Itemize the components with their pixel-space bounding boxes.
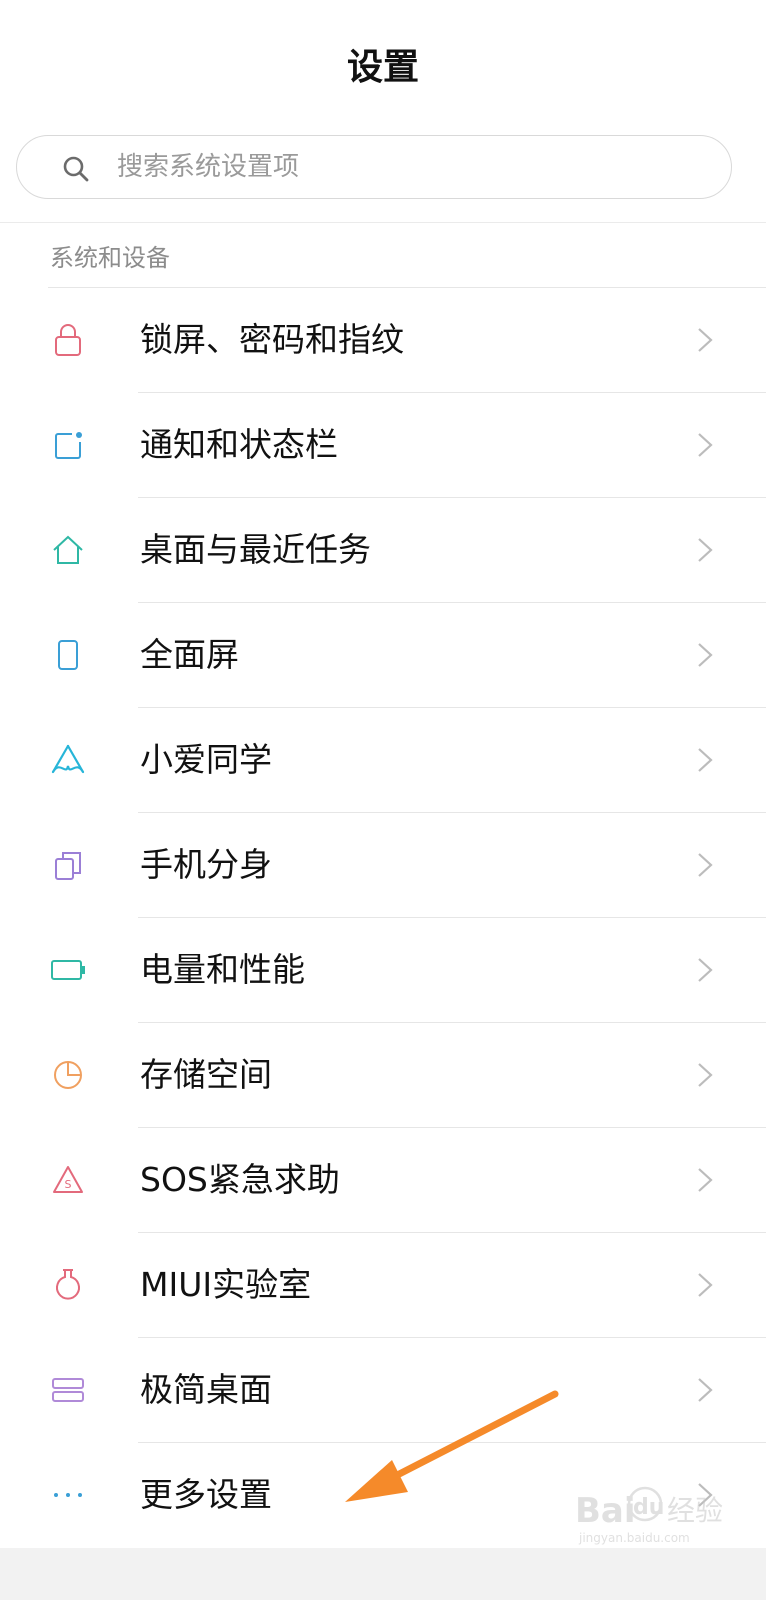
bottom-bar bbox=[0, 1548, 766, 1600]
chevron-right-icon bbox=[698, 538, 713, 562]
sos-icon: S bbox=[53, 1166, 83, 1193]
phone-icon bbox=[58, 640, 78, 670]
annotation-arrow-icon bbox=[345, 1390, 559, 1502]
settings-item-notifications[interactable]: 通知和状态栏 bbox=[0, 393, 766, 498]
chevron-right-icon bbox=[698, 328, 713, 352]
watermark-brand-2: du bbox=[633, 1495, 664, 1520]
settings-item-lockscreen[interactable]: 锁屏、密码和指纹 bbox=[0, 288, 766, 393]
settings-item-label: 存储空间 bbox=[140, 1055, 272, 1094]
settings-item-xiaoai[interactable]: 小爱同学 bbox=[0, 708, 766, 813]
lab-flask-icon bbox=[56, 1269, 80, 1300]
settings-item-storage[interactable]: 存储空间 bbox=[0, 1023, 766, 1128]
chevron-right-icon bbox=[698, 853, 713, 877]
xiaoai-icon bbox=[51, 744, 85, 774]
settings-list: 锁屏、密码和指纹 通知和状态栏 桌面与最近任务 全面屏 小爱同学 手机分身 电量… bbox=[0, 288, 766, 1548]
chevron-right-icon bbox=[698, 1063, 713, 1087]
settings-item-sos[interactable]: S SOS紧急求助 bbox=[0, 1128, 766, 1233]
settings-item-miui-lab[interactable]: MIUI实验室 bbox=[0, 1233, 766, 1338]
chevron-right-icon bbox=[698, 748, 713, 772]
chevron-right-icon bbox=[698, 958, 713, 982]
storage-pie-icon bbox=[54, 1061, 82, 1089]
simple-desktop-icon bbox=[52, 1378, 84, 1402]
section-header: 系统和设备 bbox=[50, 244, 170, 272]
search-input[interactable] bbox=[117, 146, 677, 188]
home-icon bbox=[53, 535, 83, 564]
settings-item-label: 极简桌面 bbox=[140, 1370, 272, 1409]
divider bbox=[0, 222, 766, 223]
settings-item-label: SOS紧急求助 bbox=[140, 1160, 340, 1199]
settings-item-label: 电量和性能 bbox=[140, 950, 305, 989]
search-icon bbox=[63, 156, 89, 182]
chevron-right-icon bbox=[698, 1168, 713, 1192]
lock-icon bbox=[55, 324, 81, 356]
settings-item-label: 桌面与最近任务 bbox=[140, 530, 371, 569]
watermark-brand: Bai bbox=[575, 1491, 636, 1531]
settings-item-dual-space[interactable]: 手机分身 bbox=[0, 813, 766, 918]
settings-item-label: 通知和状态栏 bbox=[140, 425, 338, 464]
notification-icon bbox=[55, 432, 82, 459]
svg-text:S: S bbox=[65, 1178, 72, 1191]
settings-item-label: 手机分身 bbox=[140, 845, 272, 884]
chevron-right-icon bbox=[698, 643, 713, 667]
settings-item-label: MIUI实验室 bbox=[140, 1265, 312, 1304]
search-bar[interactable] bbox=[16, 135, 732, 199]
watermark-cn: 经验 bbox=[667, 1494, 723, 1527]
page-title: 设置 bbox=[346, 47, 419, 88]
more-dots-icon bbox=[54, 1493, 82, 1497]
settings-item-battery[interactable]: 电量和性能 bbox=[0, 918, 766, 1023]
baidu-watermark-icon: Bai du 经验 jingyan.baidu.com bbox=[575, 1486, 723, 1545]
chevron-right-icon bbox=[698, 1378, 713, 1402]
dual-space-icon bbox=[55, 852, 81, 880]
settings-item-label: 小爱同学 bbox=[140, 740, 272, 779]
settings-item-label: 更多设置 bbox=[140, 1475, 272, 1514]
settings-item-label: 全面屏 bbox=[140, 635, 239, 674]
settings-item-full-screen[interactable]: 全面屏 bbox=[0, 603, 766, 708]
watermark-url: jingyan.baidu.com bbox=[578, 1531, 690, 1545]
chevron-right-icon bbox=[698, 1273, 713, 1297]
battery-icon bbox=[51, 960, 85, 980]
settings-item-home-screen[interactable]: 桌面与最近任务 bbox=[0, 498, 766, 603]
settings-item-label: 锁屏、密码和指纹 bbox=[140, 320, 404, 359]
chevron-right-icon bbox=[698, 433, 713, 457]
